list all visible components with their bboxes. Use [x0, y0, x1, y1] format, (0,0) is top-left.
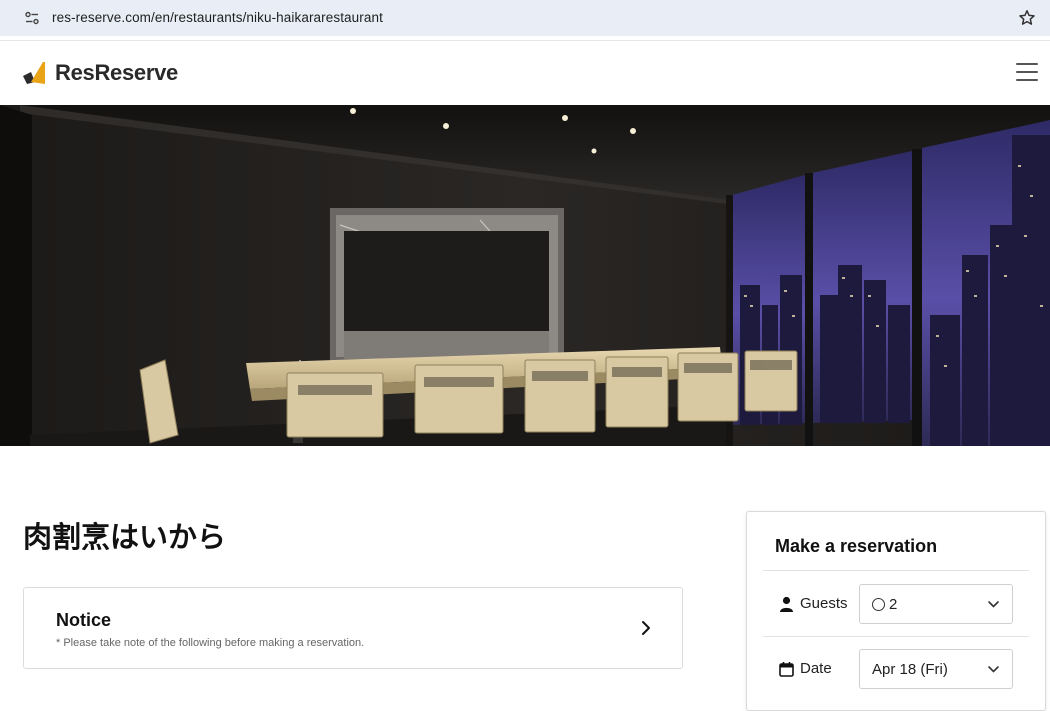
divider — [763, 570, 1029, 571]
hero-illustration — [0, 105, 1050, 446]
chevron-down-icon — [988, 666, 999, 673]
date-value: Apr 18 (Fri) — [872, 661, 948, 678]
browser-address-bar[interactable]: res-reserve.com/en/restaurants/niku-haik… — [0, 0, 1050, 36]
site-logo[interactable]: ResReserve — [23, 60, 178, 86]
guests-value: 2 — [889, 596, 898, 613]
divider — [763, 636, 1029, 637]
reservation-title: Make a reservation — [775, 536, 938, 556]
site-settings-icon[interactable] — [24, 10, 40, 26]
reservation-panel: Make a reservation Guests 2 Date Apr 18 … — [746, 511, 1046, 711]
calendar-icon — [779, 661, 794, 677]
guests-select[interactable]: 2 — [859, 584, 1013, 624]
notice-subtitle: * Please take note of the following befo… — [56, 637, 365, 649]
chevron-down-icon — [988, 601, 999, 608]
brand-name: ResReserve — [55, 60, 178, 85]
guests-label: Guests — [779, 595, 848, 612]
hero-image — [0, 105, 1050, 446]
notice-card[interactable]: Notice * Please take note of the followi… — [23, 587, 683, 669]
bookmark-star-icon[interactable] — [1017, 8, 1037, 28]
url-text[interactable]: res-reserve.com/en/restaurants/niku-haik… — [52, 10, 383, 25]
restaurant-name: 肉割烹はいから — [23, 522, 227, 554]
notice-title: Notice — [56, 610, 112, 630]
hamburger-menu-button[interactable] — [1016, 63, 1038, 81]
hamburger-icon — [1016, 63, 1038, 65]
resreserve-logo-icon — [23, 62, 45, 84]
date-label: Date — [779, 660, 832, 677]
date-select[interactable]: Apr 18 (Fri) — [859, 649, 1013, 689]
person-icon — [780, 596, 793, 612]
radio-circle-icon — [872, 598, 885, 611]
site-header: ResReserve — [0, 40, 1050, 105]
chevron-right-icon — [642, 621, 650, 635]
